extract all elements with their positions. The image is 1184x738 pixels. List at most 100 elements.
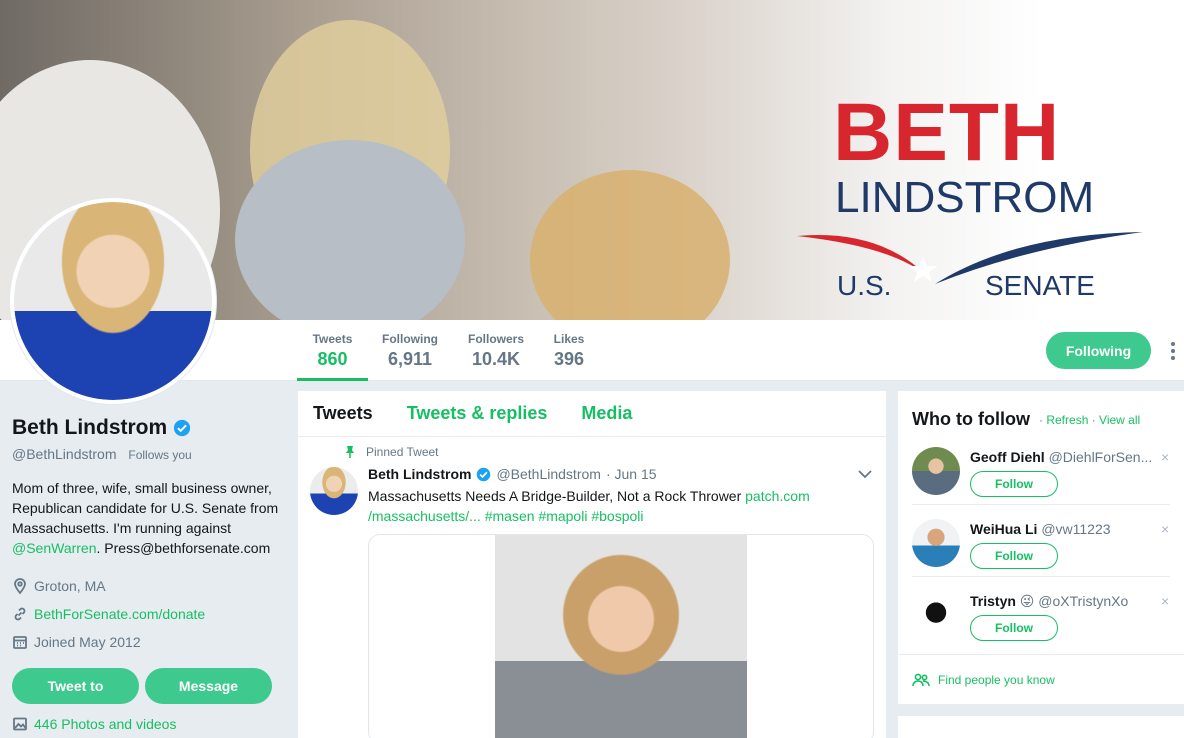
photos-videos-label[interactable]: 446 Photos and videos xyxy=(34,716,176,732)
location-row: Groton, MA xyxy=(12,572,288,600)
view-all-link[interactable]: View all xyxy=(1099,413,1140,427)
stat-value: 860 xyxy=(317,349,348,369)
tweet-body: Massachusetts Needs A Bridge-Builder, No… xyxy=(368,488,746,504)
stat-likes[interactable]: Likes 396 xyxy=(549,332,589,381)
suggestion-handle[interactable]: @vw11223 xyxy=(1041,521,1110,537)
stat-tweets[interactable]: Tweets 860 xyxy=(297,332,368,381)
people-icon xyxy=(912,673,930,686)
timeline-tabs: Tweets Tweets & replies Media xyxy=(298,391,886,437)
stat-following[interactable]: Following 6,911 xyxy=(378,332,442,381)
divider xyxy=(912,576,1170,577)
website-row: BethForSenate.com/donate xyxy=(12,600,288,628)
tweet-link[interactable]: patch.com xyxy=(745,488,810,504)
tweet-avatar[interactable] xyxy=(310,467,358,515)
suggestion-handle[interactable]: @DiehlForSen... xyxy=(1049,449,1153,465)
link-icon xyxy=(14,607,26,621)
pinned-text: Pinned Tweet xyxy=(366,445,439,459)
find-people-label[interactable]: Find people you know xyxy=(938,673,1055,687)
chevron-down-icon[interactable] xyxy=(858,469,872,479)
tweet-date[interactable]: · Jun 15 xyxy=(606,466,657,482)
who-to-follow-title: Who to follow xyxy=(912,409,1030,429)
suggestion-name[interactable]: Tristyn xyxy=(970,593,1016,609)
suggestion-handle[interactable]: @oXTristynXo xyxy=(1038,593,1128,609)
brand-us: U.S. xyxy=(837,270,892,301)
tweet-author-name[interactable]: Beth Lindstrom xyxy=(368,466,471,482)
suggestion-avatar[interactable] xyxy=(912,447,960,495)
website-link[interactable]: BethForSenate.com/donate xyxy=(34,606,205,622)
trends-panel xyxy=(898,716,1184,738)
profile-name-row: Beth Lindstrom xyxy=(12,416,288,440)
stat-value: 6,911 xyxy=(387,349,433,369)
tweet-link-path[interactable]: /massachusetts/... xyxy=(368,508,481,524)
photos-videos-link[interactable]: 446 Photos and videos xyxy=(12,716,176,732)
profile-actions: Tweet to Message xyxy=(12,668,288,704)
tweet-header: Beth Lindstrom @BethLindstrom · Jun 15 xyxy=(368,466,657,482)
tab-tweets[interactable]: Tweets xyxy=(313,403,373,424)
location-pin-icon xyxy=(14,578,26,594)
suggestion-item: Tristyn 😜 @oXTristynXo × Follow xyxy=(912,591,1170,663)
tab-media[interactable]: Media xyxy=(581,403,632,424)
suggestion-avatar[interactable] xyxy=(912,591,960,639)
follow-button[interactable]: Follow xyxy=(970,543,1058,569)
more-options-icon[interactable] xyxy=(1166,342,1180,360)
follow-button[interactable]: Follow xyxy=(970,615,1058,641)
profile-meta: Groton, MA BethForSenate.com/donate Join… xyxy=(12,572,288,656)
profile-name[interactable]: Beth Lindstrom xyxy=(12,416,167,440)
suggestion-emoji: 😜 xyxy=(1019,593,1035,609)
suggestion-avatar[interactable] xyxy=(912,519,960,567)
following-button[interactable]: Following xyxy=(1046,332,1151,369)
tweet-to-button[interactable]: Tweet to xyxy=(12,668,139,704)
calendar-icon xyxy=(13,636,27,649)
bio-mention-link[interactable]: @SenWarren xyxy=(12,540,97,556)
handle-row: @BethLindstrom Follows you xyxy=(12,446,288,462)
tweet-photo[interactable] xyxy=(495,535,747,738)
follows-you-badge: Follows you xyxy=(128,448,192,462)
brand-first-name: BETH xyxy=(833,87,1061,178)
pinned-tweet-label: Pinned Tweet xyxy=(344,445,439,459)
tweet-author-handle[interactable]: @BethLindstrom xyxy=(496,466,600,482)
divider xyxy=(912,504,1170,505)
stat-value: 10.4K xyxy=(471,349,521,369)
suggestion-item: Geoff Diehl @DiehlForSen... × Follow xyxy=(912,447,1170,519)
separator: · xyxy=(1088,413,1100,427)
suggestion-item: WeiHua Li @vw11223 × Follow xyxy=(912,519,1170,591)
profile-handle[interactable]: @BethLindstrom xyxy=(12,446,116,462)
joined-text: Joined May 2012 xyxy=(34,634,141,650)
tweet-hashtags[interactable]: #masen #mapoli #bospoli xyxy=(481,508,644,524)
dismiss-close-icon[interactable]: × xyxy=(1161,593,1169,609)
dismiss-close-icon[interactable]: × xyxy=(1161,521,1169,537)
find-people-link[interactable]: Find people you know xyxy=(898,654,1184,704)
suggestion-name-row: Tristyn 😜 @oXTristynXo xyxy=(970,593,1160,610)
campaign-logo: BETH LINDSTROM U.S. SENATE xyxy=(795,87,1155,301)
dismiss-close-icon[interactable]: × xyxy=(1161,449,1169,465)
suggestion-name[interactable]: WeiHua Li xyxy=(970,521,1037,537)
brand-senate: SENATE xyxy=(985,270,1095,301)
verified-badge-icon xyxy=(174,419,191,437)
bio-tail: . Press@bethforsenate.com xyxy=(96,540,271,556)
stat-label: Followers xyxy=(467,332,524,346)
joined-row: Joined May 2012 xyxy=(12,628,288,656)
banner-person-silhouette xyxy=(530,170,730,320)
profile-card: Beth Lindstrom @BethLindstrom Follows yo… xyxy=(12,416,288,704)
tweet-media-card[interactable] xyxy=(368,534,874,738)
timeline: Tweets Tweets & replies Media Pinned Twe… xyxy=(298,391,886,738)
refresh-link[interactable]: Refresh xyxy=(1046,413,1088,427)
who-to-follow-panel: Who to follow · Refresh · View all Geoff… xyxy=(898,391,1184,704)
location-text: Groton, MA xyxy=(34,578,106,594)
suggestion-name-row: WeiHua Li @vw11223 xyxy=(970,521,1160,537)
stat-followers[interactable]: Followers 10.4K xyxy=(464,332,528,381)
follow-button[interactable]: Follow xyxy=(970,471,1058,497)
stat-label: Likes xyxy=(553,332,585,346)
bio-text: Mom of three, wife, small business owner… xyxy=(12,480,279,536)
verified-badge-icon xyxy=(477,467,491,481)
profile-bio: Mom of three, wife, small business owner… xyxy=(12,478,288,558)
tab-tweets-replies[interactable]: Tweets & replies xyxy=(407,403,548,424)
profile-avatar[interactable] xyxy=(10,198,216,404)
stat-label: Following xyxy=(382,332,438,346)
image-icon xyxy=(13,717,27,731)
message-button[interactable]: Message xyxy=(145,668,272,704)
tweet-text: Massachusetts Needs A Bridge-Builder, No… xyxy=(368,486,818,526)
pin-icon xyxy=(346,446,354,458)
suggestion-name-row: Geoff Diehl @DiehlForSen... xyxy=(970,449,1160,465)
suggestion-name[interactable]: Geoff Diehl xyxy=(970,449,1045,465)
